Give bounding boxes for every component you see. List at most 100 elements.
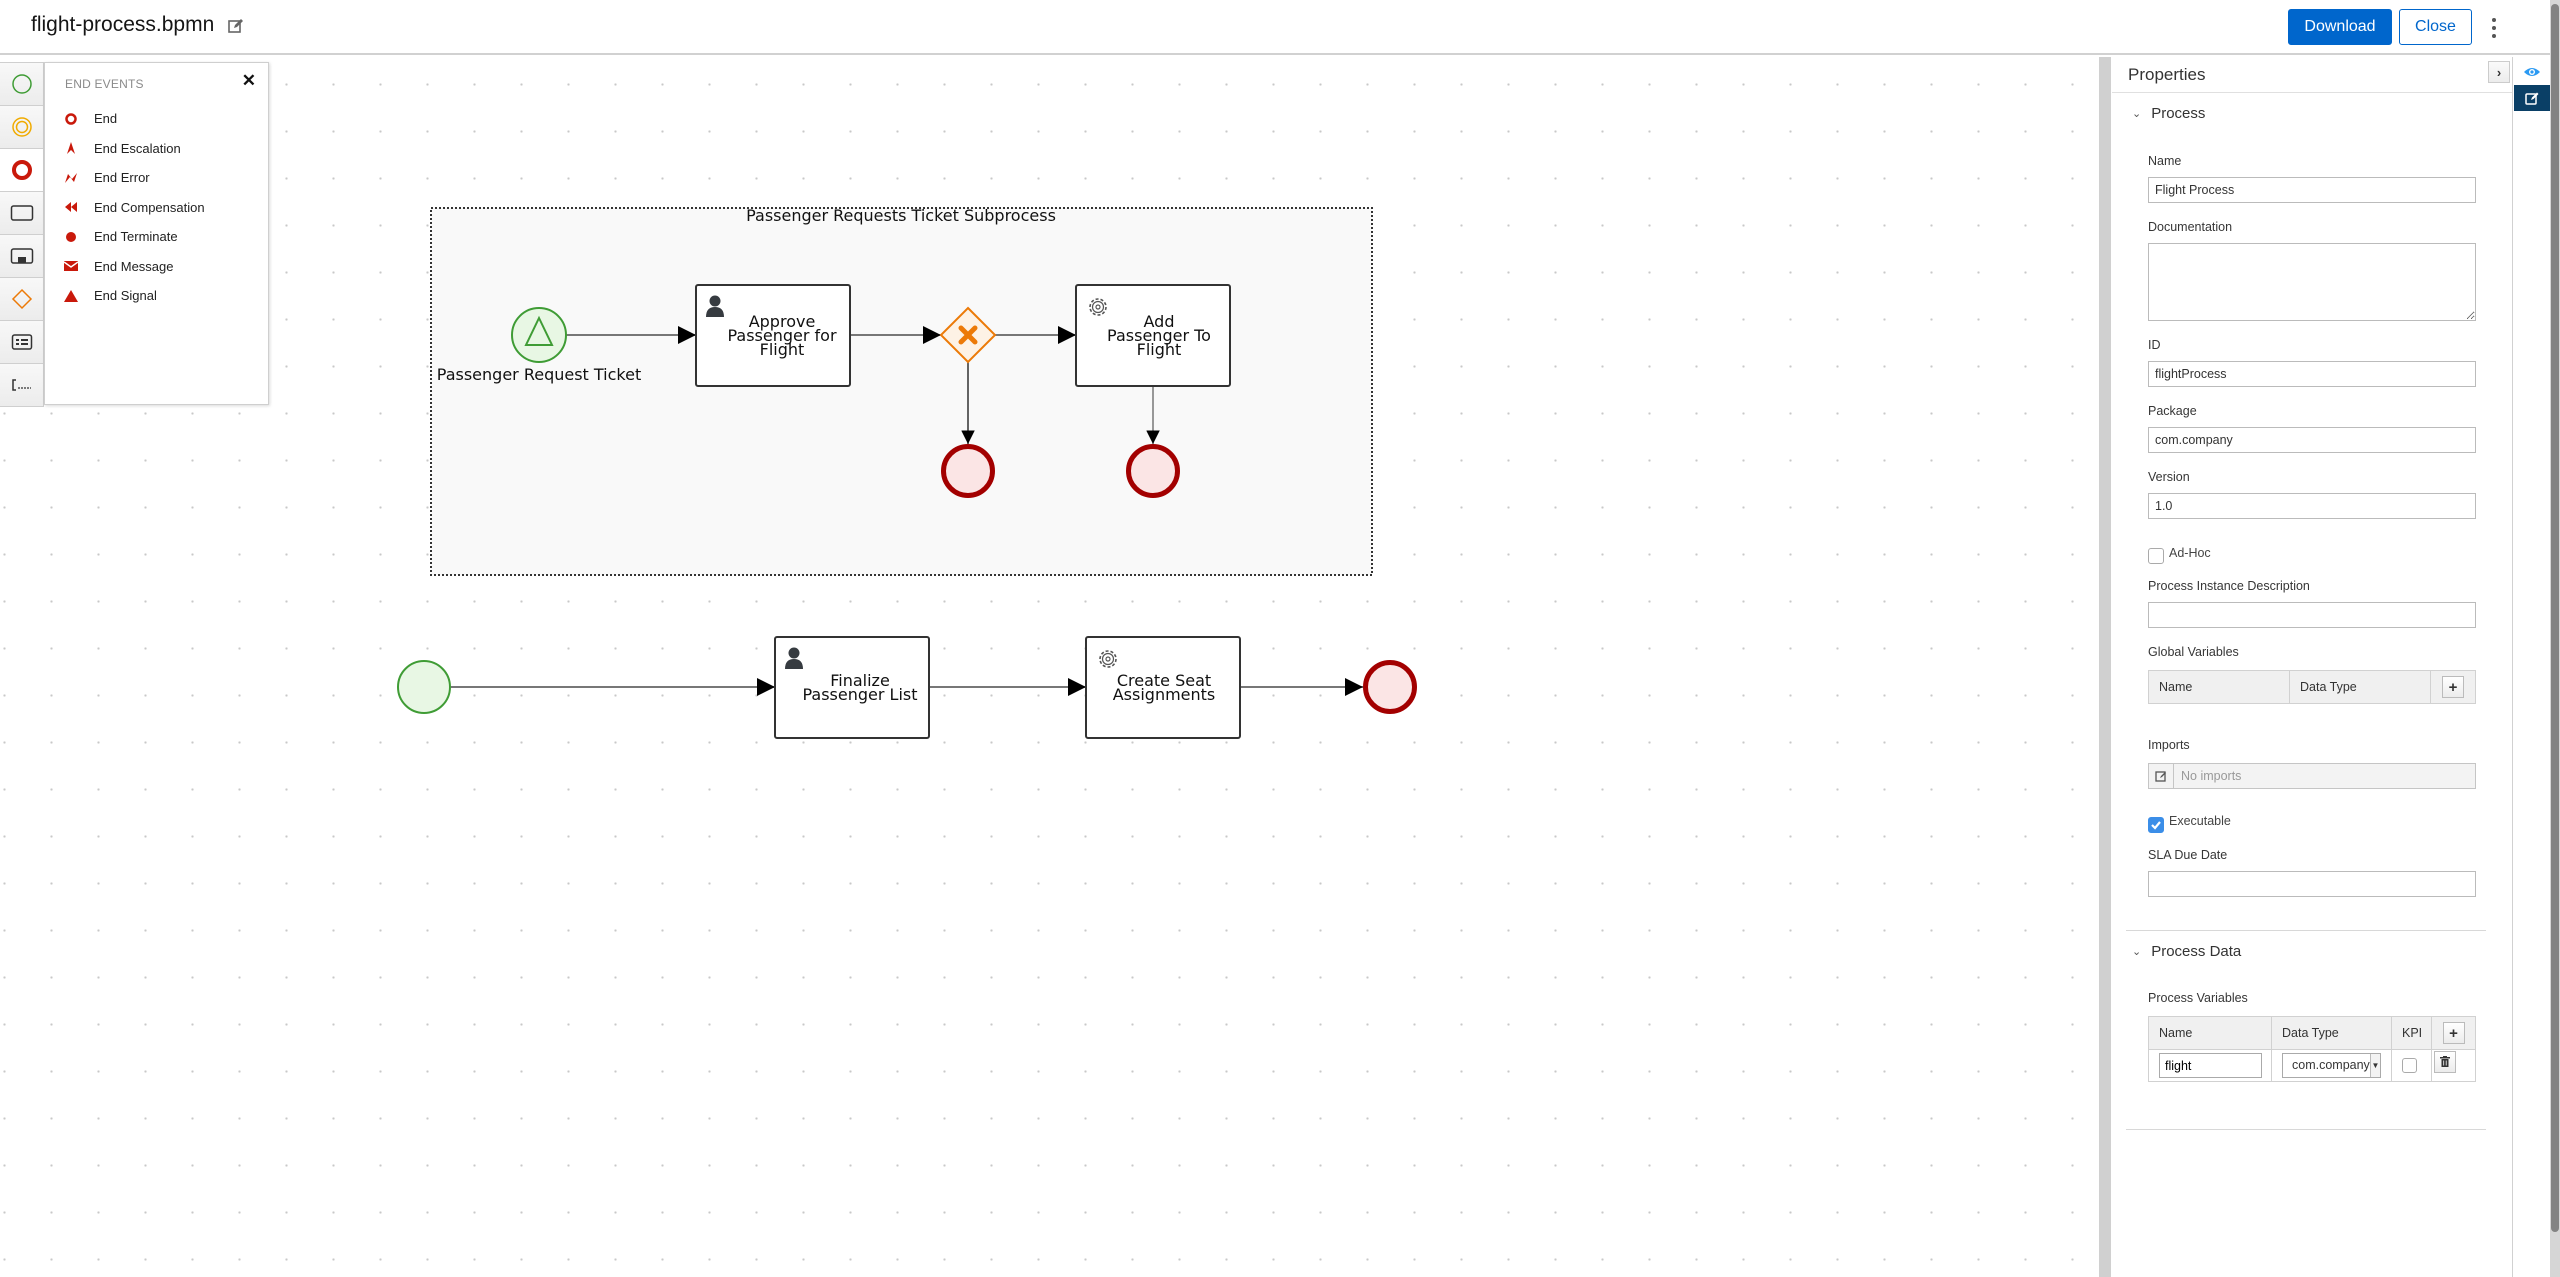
global-variables-label: Global Variables <box>2148 645 2239 659</box>
terminate-icon <box>63 229 79 245</box>
side-toolbar <box>2514 57 2550 1277</box>
subprocess[interactable]: Passenger Requests Ticket Subprocess <box>430 206 1373 576</box>
section-title: Process <box>2151 105 2206 122</box>
escalation-icon <box>63 140 79 156</box>
start-event-icon <box>11 74 32 94</box>
preview-eye-icon[interactable] <box>2514 59 2550 85</box>
end-event[interactable] <box>941 444 995 498</box>
flyout-item-label: End Terminate <box>94 229 178 245</box>
adhoc-checkbox[interactable] <box>2148 548 2164 564</box>
version-field[interactable] <box>2148 493 2476 519</box>
edit-imports-icon[interactable] <box>2149 764 2174 788</box>
instance-description-label: Process Instance Description <box>2148 579 2310 593</box>
user-task-finalize[interactable]: Finalize Passenger List <box>774 636 930 739</box>
user-task-approve[interactable]: Approve Passenger for Flight <box>695 284 851 387</box>
process-variables-label: Process Variables <box>2148 991 2248 1005</box>
add-process-variable-button[interactable]: + <box>2442 1022 2465 1044</box>
palette-intermediate-events[interactable] <box>0 106 43 149</box>
flyout-item-label: End Escalation <box>94 140 181 156</box>
flyout-item-end[interactable]: End <box>63 104 205 134</box>
instance-description-field[interactable] <box>2148 602 2476 628</box>
flyout-item-end-escalation[interactable]: End Escalation <box>63 134 205 164</box>
properties-panel: Properties › ⌄ Process Name Documentatio… <box>2112 57 2513 1277</box>
flyout-item-label: End Compensation <box>94 199 205 215</box>
sla-due-date-label: SLA Due Date <box>2148 848 2228 862</box>
task-label-line: Passenger List <box>802 685 917 704</box>
delete-variable-button[interactable] <box>2434 1050 2456 1073</box>
start-event-signal[interactable] <box>511 307 567 363</box>
error-icon <box>63 170 79 186</box>
service-task-add-passenger[interactable]: Add Passenger To Flight <box>1075 284 1231 387</box>
message-icon <box>63 258 79 274</box>
close-button[interactable]: Close <box>2399 9 2472 45</box>
lane-icon <box>11 334 32 350</box>
flyout-item-end-error[interactable]: End Error <box>63 163 205 193</box>
task-icon <box>10 205 33 221</box>
collapse-panel-button[interactable]: › <box>2488 61 2510 83</box>
start-event[interactable] <box>397 660 451 714</box>
end-event-icon <box>11 160 32 180</box>
scrollbar-thumb[interactable] <box>2551 4 2559 1232</box>
documentation-label: Documentation <box>2148 220 2233 234</box>
dropdown-caret-icon: ▼ <box>2370 1054 2380 1077</box>
properties-edit-icon[interactable] <box>2514 85 2550 111</box>
flyout-item-end-message[interactable]: End Message <box>63 252 205 282</box>
name-label: Name <box>2148 154 2182 168</box>
global-variables-table: Name Data Type + <box>2148 670 2476 704</box>
palette-subprocesses[interactable] <box>0 235 43 278</box>
section-divider <box>2126 930 2486 931</box>
sla-due-date-field[interactable] <box>2148 871 2476 897</box>
bpmn-diagram[interactable]: Passenger Requests Ticket Subprocess Pas… <box>0 0 2099 1277</box>
annotation-icon <box>11 379 31 391</box>
check-icon <box>2151 821 2161 830</box>
gateway-icon <box>11 288 32 310</box>
kpi-checkbox[interactable] <box>2402 1058 2417 1073</box>
palette-containers[interactable] <box>0 321 43 364</box>
documentation-field[interactable] <box>2148 243 2476 321</box>
imports-field[interactable]: No imports <box>2148 763 2476 789</box>
download-button[interactable]: Download <box>2288 9 2392 45</box>
executable-checkbox[interactable] <box>2148 817 2164 833</box>
column-header-name: Name <box>2149 671 2290 703</box>
executable-label: Executable <box>2169 814 2231 828</box>
add-global-variable-button[interactable]: + <box>2442 676 2464 698</box>
subprocess-icon <box>10 248 33 264</box>
canvas-splitter[interactable] <box>2099 57 2111 1277</box>
name-field[interactable] <box>2148 177 2476 203</box>
palette-activities[interactable] <box>0 192 43 235</box>
flyout-item-end-signal[interactable]: End Signal <box>63 281 205 311</box>
service-task-seat-assignments[interactable]: Create Seat Assignments <box>1085 636 1241 739</box>
palette-start-events[interactable] <box>0 63 43 106</box>
flyout-item-label: End <box>94 111 118 127</box>
end-event[interactable] <box>1126 444 1180 498</box>
kebab-menu-icon[interactable] <box>2486 14 2502 42</box>
task-label-line: Flight <box>760 340 805 359</box>
palette-artifacts[interactable] <box>0 364 43 407</box>
compensation-icon <box>63 199 79 215</box>
flyout-title: END EVENTS <box>65 77 144 91</box>
flyout-item-end-compensation[interactable]: End Compensation <box>63 193 205 223</box>
properties-title: Properties <box>2128 65 2206 84</box>
id-field[interactable] <box>2148 361 2476 387</box>
version-label: Version <box>2148 470 2190 484</box>
task-label-line: Flight <box>1137 340 1182 359</box>
variable-data-type-select[interactable]: com.company ▼ <box>2282 1053 2381 1078</box>
flyout-item-end-terminate[interactable]: End Terminate <box>63 222 205 252</box>
section-process-toggle[interactable]: ⌄ Process <box>2132 105 2205 122</box>
chevron-down-icon: ⌄ <box>2132 108 2142 120</box>
palette-end-events[interactable] <box>0 149 43 192</box>
close-icon[interactable]: ✕ <box>242 71 256 91</box>
id-label: ID <box>2148 338 2161 352</box>
end-event[interactable] <box>1363 660 1417 714</box>
section-process-data-toggle[interactable]: ⌄ Process Data <box>2132 943 2241 960</box>
column-header-name: Name <box>2149 1017 2272 1049</box>
signal-icon <box>63 288 79 304</box>
column-header-data-type: Data Type <box>2290 671 2431 703</box>
intermediate-event-icon <box>11 117 32 137</box>
task-label-line: Assignments <box>1113 685 1216 704</box>
imports-placeholder: No imports <box>2181 769 2242 783</box>
variable-name-input[interactable] <box>2159 1053 2262 1078</box>
selected-data-type: com.company <box>2292 1058 2370 1072</box>
package-field[interactable] <box>2148 427 2476 453</box>
palette-gateways[interactable] <box>0 278 43 321</box>
